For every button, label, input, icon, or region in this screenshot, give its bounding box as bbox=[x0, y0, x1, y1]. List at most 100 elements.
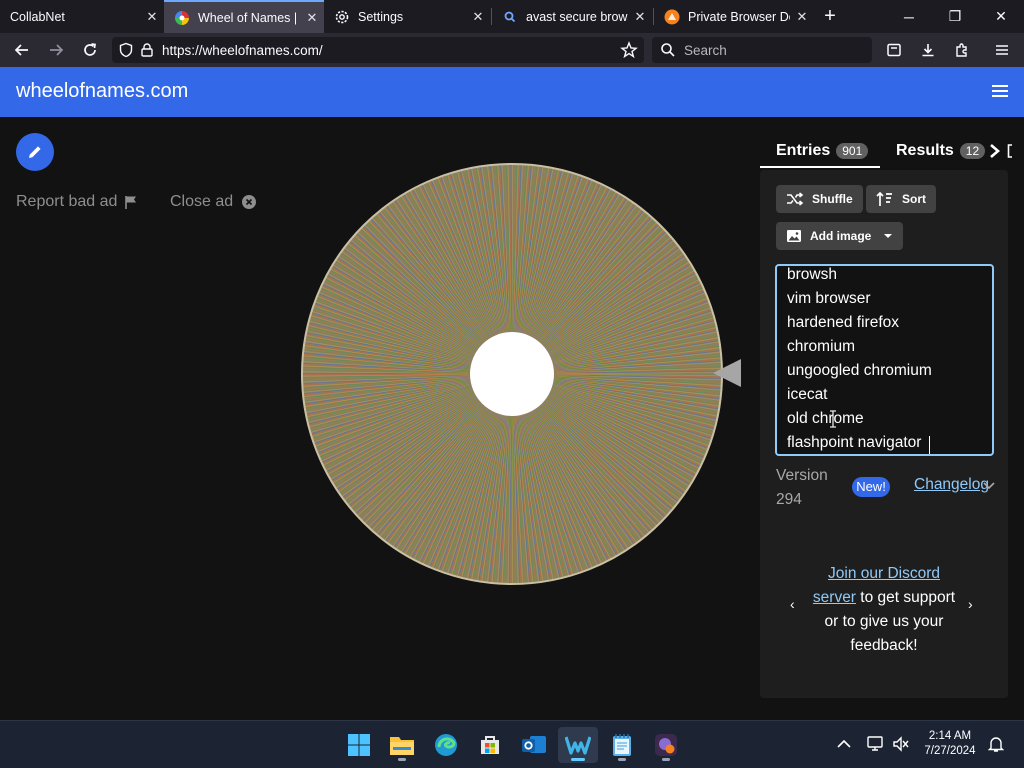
menu-icon bbox=[996, 45, 1008, 55]
wheel-graphic[interactable] bbox=[300, 162, 724, 586]
report-ad-link[interactable]: Report bad ad bbox=[16, 193, 139, 211]
back-button[interactable] bbox=[8, 37, 36, 63]
close-circle-icon bbox=[242, 195, 257, 209]
tab-collabnet[interactable]: CollabNet ✕ bbox=[0, 0, 164, 33]
entry-line[interactable]: flashpoint navigator bbox=[787, 434, 921, 452]
entry-line[interactable]: old chrome bbox=[787, 410, 864, 428]
hamburger-menu-icon[interactable] bbox=[992, 83, 1008, 99]
taskbar-edge[interactable] bbox=[426, 727, 466, 763]
results-count-badge: 12 bbox=[959, 143, 986, 159]
windows-logo-icon bbox=[348, 734, 370, 756]
shield-icon[interactable] bbox=[118, 42, 134, 58]
tab-wheel-of-names[interactable]: Wheel of Names | R ✕ bbox=[164, 0, 324, 33]
wheel-center-hub[interactable] bbox=[470, 332, 554, 416]
star-icon[interactable] bbox=[620, 41, 638, 59]
orange-favicon-icon bbox=[664, 9, 680, 25]
tab-results[interactable]: Results 12 bbox=[896, 142, 1013, 160]
taskbar-browser-app[interactable] bbox=[646, 727, 686, 763]
tab-entries[interactable]: Entries 901 bbox=[776, 142, 869, 160]
arrow-right-icon bbox=[50, 44, 64, 56]
discord-link[interactable]: Join our Discord bbox=[828, 565, 940, 582]
sort-button[interactable]: Sort bbox=[866, 185, 936, 213]
close-icon[interactable]: ✕ bbox=[140, 9, 164, 25]
chevron-up-icon[interactable] bbox=[836, 738, 852, 750]
search-input[interactable]: Search bbox=[652, 37, 872, 63]
clock-date: 7/27/2024 bbox=[924, 745, 976, 757]
gear-icon bbox=[334, 9, 350, 25]
chevron-down-icon[interactable] bbox=[982, 480, 996, 492]
shuffle-button[interactable]: Shuffle bbox=[776, 185, 863, 213]
address-bar[interactable]: https://wheelofnames.com/ bbox=[112, 37, 644, 63]
edit-button[interactable] bbox=[16, 133, 54, 171]
minimize-button[interactable]: ─ bbox=[886, 0, 932, 33]
entry-line[interactable]: vim browser bbox=[787, 290, 871, 308]
text-cursor-icon bbox=[830, 410, 836, 428]
name-wheel[interactable] bbox=[300, 162, 724, 586]
new-badge: New! bbox=[852, 477, 890, 497]
forward-button[interactable] bbox=[42, 37, 70, 63]
shuffle-icon bbox=[787, 192, 804, 206]
close-icon[interactable]: ✕ bbox=[790, 9, 814, 25]
taskbar-outlook[interactable] bbox=[514, 727, 554, 763]
search-placeholder: Search bbox=[684, 42, 727, 58]
notification-bell-icon[interactable] bbox=[988, 735, 1004, 753]
volume-muted-icon[interactable] bbox=[892, 736, 910, 752]
browser-tab-bar: CollabNet ✕ Wheel of Names | R ✕ Setting… bbox=[0, 0, 1024, 33]
taskbar-clock[interactable]: 2:14 AM 7/27/2024 bbox=[918, 729, 982, 759]
text-caret bbox=[929, 436, 930, 454]
network-icon[interactable] bbox=[866, 735, 886, 753]
entry-line[interactable]: browsh bbox=[787, 266, 837, 284]
entry-line[interactable]: ungoogled chromium bbox=[787, 362, 932, 380]
changelog-link[interactable]: Changelog bbox=[914, 476, 989, 494]
close-icon[interactable]: ✕ bbox=[466, 9, 490, 25]
discord-link-server[interactable]: server bbox=[813, 589, 856, 606]
pencil-icon bbox=[29, 146, 41, 158]
extensions-button[interactable] bbox=[948, 37, 976, 63]
add-image-button[interactable]: Add image bbox=[776, 222, 904, 250]
arrow-left-icon bbox=[14, 44, 28, 56]
taskbar-file-explorer[interactable] bbox=[382, 727, 422, 763]
entry-line[interactable]: chromium bbox=[787, 338, 855, 356]
tab-settings[interactable]: Settings ✕ bbox=[324, 0, 490, 33]
close-icon[interactable]: ✕ bbox=[300, 10, 324, 26]
carousel-prev-button[interactable]: ‹ bbox=[790, 596, 795, 612]
chevron-right-icon[interactable] bbox=[989, 143, 1001, 159]
edge-icon bbox=[435, 734, 457, 756]
site-title[interactable]: wheelofnames.com bbox=[16, 80, 188, 103]
site-header: wheelofnames.com bbox=[0, 67, 1024, 117]
entries-textarea[interactable]: browsh vim browser hardened firefox chro… bbox=[775, 264, 994, 456]
taskbar-store[interactable] bbox=[470, 727, 510, 763]
entry-line[interactable]: hardened firefox bbox=[787, 314, 899, 332]
lock-icon[interactable] bbox=[140, 42, 154, 58]
browser-nav-bar: https://wheelofnames.com/ Search bbox=[0, 33, 1024, 67]
version-label: Version 294 bbox=[776, 467, 828, 508]
new-tab-button[interactable]: + bbox=[812, 0, 848, 33]
reader-view-button[interactable] bbox=[880, 37, 908, 63]
tab-private-browser[interactable]: Private Browser Do ✕ bbox=[654, 0, 814, 33]
download-icon bbox=[922, 44, 934, 57]
entry-line[interactable]: icecat bbox=[787, 386, 828, 404]
start-button[interactable] bbox=[339, 727, 379, 763]
tab-avast-search[interactable]: avast secure browse ✕ bbox=[492, 0, 652, 33]
close-icon[interactable]: ✕ bbox=[628, 9, 652, 25]
windows-taskbar bbox=[0, 720, 1024, 768]
taskbar-waterfox[interactable] bbox=[558, 727, 598, 763]
discord-message: Join our Discord server to get support o… bbox=[812, 565, 956, 654]
restore-button[interactable]: ❐ bbox=[932, 0, 978, 33]
reload-button[interactable] bbox=[76, 37, 104, 63]
close-ad-link[interactable]: Close ad bbox=[170, 193, 257, 211]
carousel-next-button[interactable]: › bbox=[968, 596, 973, 612]
url-text[interactable]: https://wheelofnames.com/ bbox=[162, 43, 620, 58]
wheel-favicon-icon bbox=[174, 10, 190, 26]
private-browser-icon bbox=[655, 734, 677, 756]
browser-w-icon bbox=[565, 736, 591, 755]
reload-icon bbox=[84, 43, 96, 56]
caret-down-icon bbox=[884, 234, 893, 238]
app-menu-button[interactable] bbox=[988, 37, 1016, 63]
library-icon bbox=[887, 43, 901, 57]
close-window-button[interactable]: ✕ bbox=[978, 0, 1024, 33]
wheel-pointer-icon bbox=[713, 359, 741, 387]
downloads-button[interactable] bbox=[914, 37, 942, 63]
taskbar-notepad[interactable] bbox=[602, 727, 642, 763]
entries-count-badge: 901 bbox=[836, 143, 869, 159]
